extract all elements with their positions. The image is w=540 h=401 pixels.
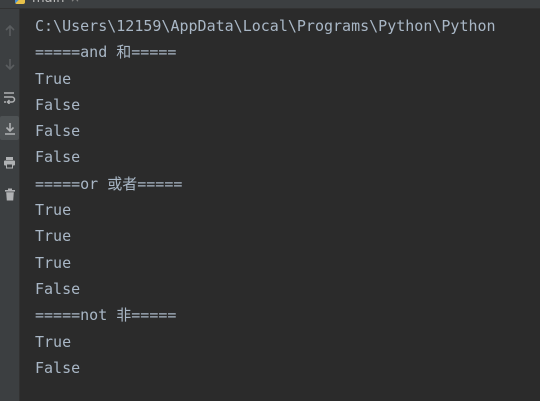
scroll-to-end-icon[interactable] — [0, 116, 19, 140]
console-line-command: C:\Users\12159\AppData\Local\Programs\Py… — [35, 17, 496, 35]
console-line: False — [35, 148, 81, 167]
up-arrow-icon[interactable] — [0, 19, 19, 43]
print-icon[interactable] — [0, 150, 19, 174]
console-line: =====not 非===== — [35, 306, 177, 325]
close-icon[interactable]: × — [70, 0, 80, 5]
console-line: True — [35, 253, 72, 272]
console-line: True — [35, 69, 72, 88]
console-line: False — [35, 358, 81, 377]
console-line: False — [35, 279, 81, 298]
run-side-toolbar — [0, 9, 20, 401]
down-arrow-icon[interactable] — [0, 52, 19, 76]
console-line: True — [35, 201, 72, 220]
console-line: =====or 或者===== — [35, 174, 183, 193]
console-line: =====and 和===== — [35, 43, 177, 62]
console-line: True — [35, 332, 72, 351]
console-line: False — [35, 122, 81, 141]
trash-icon[interactable] — [0, 182, 19, 206]
soft-wrap-icon[interactable] — [0, 85, 19, 109]
python-file-icon — [15, 0, 25, 4]
console-output[interactable]: C:\Users\12159\AppData\Local\Programs\Py… — [35, 15, 540, 383]
run-tab[interactable]: main × — [0, 0, 540, 9]
run-tab-label: main — [32, 0, 64, 6]
console-line: True — [35, 227, 72, 246]
console-line: False — [35, 95, 81, 114]
run-window: main × — [0, 0, 540, 401]
